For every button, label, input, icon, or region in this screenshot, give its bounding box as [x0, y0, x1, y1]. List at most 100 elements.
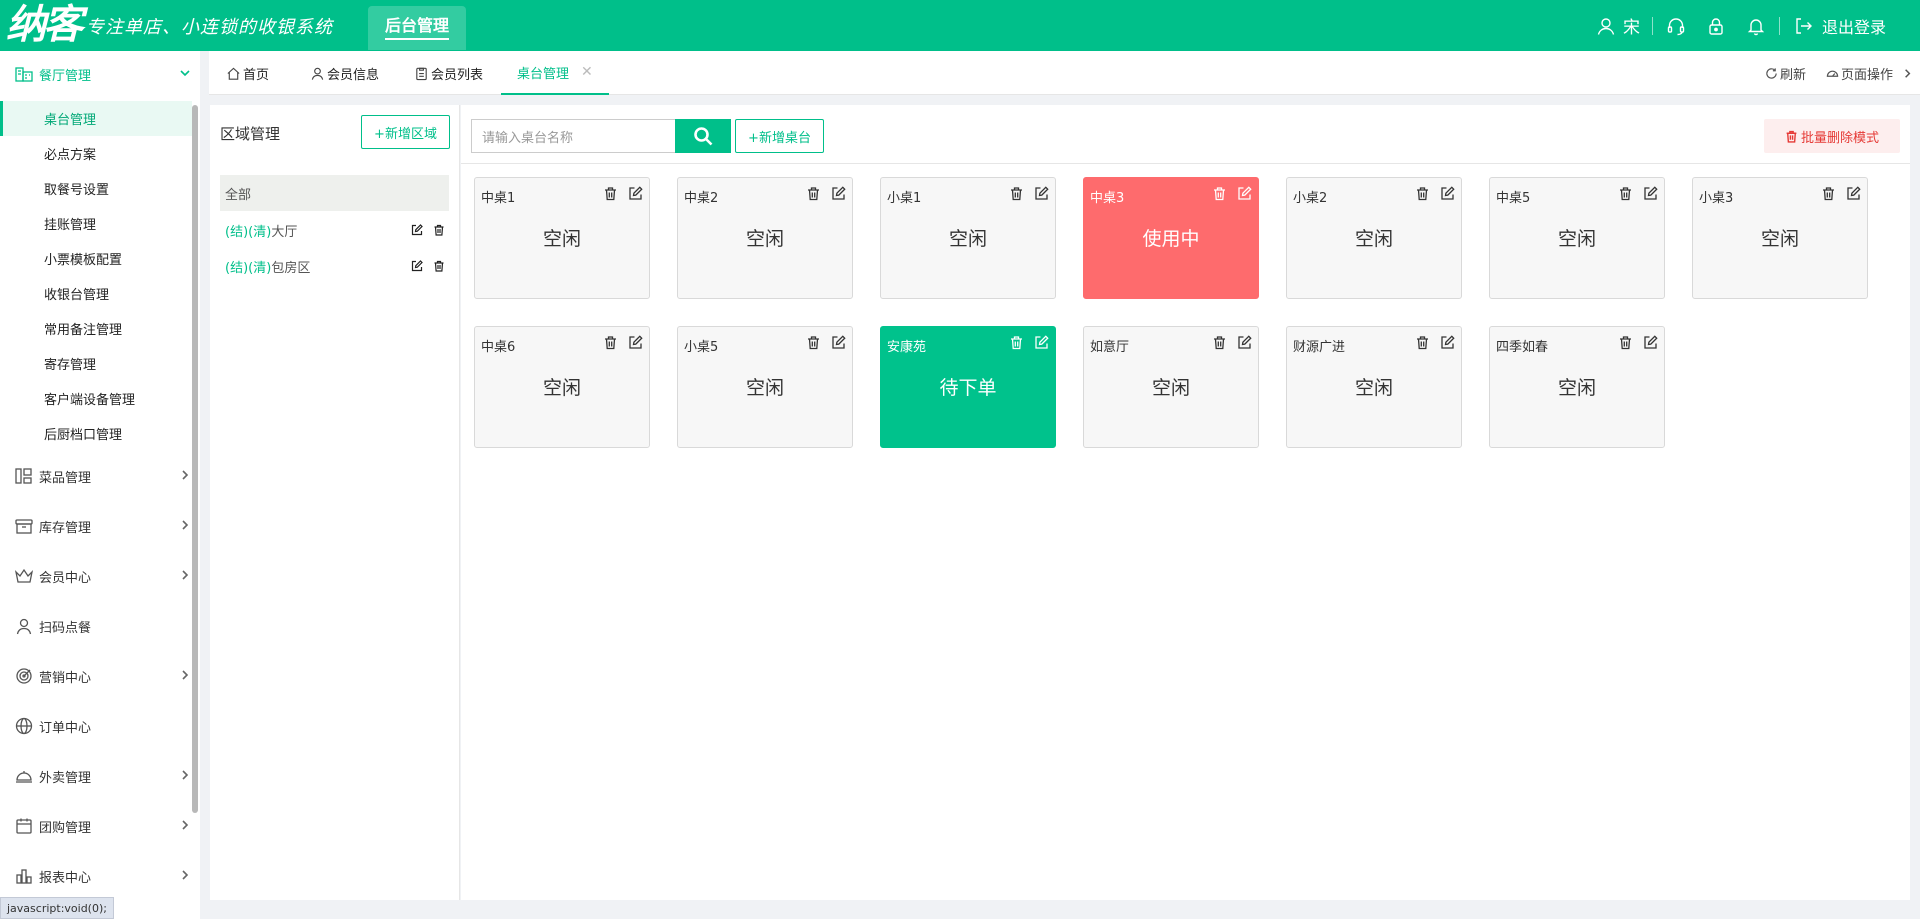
support-button[interactable]: [1665, 15, 1687, 37]
sidebar-group-inventory[interactable]: 库存管理: [0, 501, 200, 551]
sidebar-item-required-plan[interactable]: 必点方案: [0, 136, 200, 171]
trash-icon[interactable]: [433, 260, 445, 272]
area-name: 包房区: [271, 260, 311, 276]
lock-screen-button[interactable]: [1705, 15, 1727, 37]
trash-icon[interactable]: [1212, 186, 1227, 205]
sidebar-group-scan-order[interactable]: 扫码点餐: [0, 601, 200, 651]
sidebar-group-orders[interactable]: 订单中心: [0, 701, 200, 751]
trash-icon[interactable]: [1415, 335, 1430, 354]
table-card[interactable]: 小桌2 空闲: [1286, 177, 1462, 299]
sidebar-item-client-devices[interactable]: 客户端设备管理: [0, 381, 200, 416]
sidebar-group-groupbuy[interactable]: 团购管理: [0, 801, 200, 851]
edit-icon[interactable]: [1643, 186, 1658, 205]
table-card[interactable]: 小桌1 空闲: [880, 177, 1056, 299]
table-card[interactable]: 安康苑 待下单: [880, 326, 1056, 448]
trash-icon[interactable]: [1618, 186, 1633, 205]
notification-button[interactable]: [1745, 15, 1767, 37]
table-status: 使用中: [1142, 228, 1200, 250]
edit-icon[interactable]: [1237, 186, 1252, 205]
table-card[interactable]: 中桌6 空闲: [474, 326, 650, 448]
system-tab-admin[interactable]: 后台管理: [368, 6, 466, 50]
sidebar-item-kitchen-stall[interactable]: 后厨档口管理: [0, 416, 200, 451]
add-table-button[interactable]: +新增桌台: [735, 119, 824, 153]
sidebar-group-marketing[interactable]: 营销中心: [0, 651, 200, 701]
table-name: 中桌6: [481, 340, 516, 355]
trash-icon[interactable]: [1009, 186, 1024, 205]
edit-icon[interactable]: [831, 335, 846, 354]
area-item-private-room[interactable]: (结) (清) 包房区: [225, 248, 453, 284]
trash-icon[interactable]: [1618, 335, 1633, 354]
edit-icon[interactable]: [1643, 335, 1658, 354]
sidebar-scrollbar[interactable]: [192, 105, 198, 813]
edit-icon[interactable]: [831, 186, 846, 205]
tab-member-info[interactable]: 会员信息: [310, 51, 379, 95]
sidebar-group-takeaway[interactable]: 外卖管理: [0, 751, 200, 801]
trash-icon[interactable]: [433, 224, 445, 236]
edit-icon[interactable]: [1440, 186, 1455, 205]
edit-icon[interactable]: [1034, 186, 1049, 205]
trash-icon[interactable]: [1821, 186, 1836, 205]
tab-label: 首页: [243, 67, 270, 83]
trash-icon[interactable]: [603, 186, 618, 205]
area-item-hall[interactable]: (结) (清) 大厅: [225, 212, 453, 248]
page-ops-button[interactable]: 页面操作: [1826, 64, 1893, 83]
tab-table-mgmt[interactable]: 桌台管理 ✕: [501, 51, 609, 95]
table-card[interactable]: 中桌3 使用中: [1083, 177, 1259, 299]
tab-home[interactable]: 首页: [226, 51, 269, 95]
edit-icon[interactable]: [1237, 335, 1252, 354]
table-actions: [1212, 335, 1252, 354]
person-icon: [14, 616, 34, 636]
edit-icon[interactable]: [411, 260, 423, 272]
area-all-item[interactable]: 全部: [220, 175, 449, 211]
sidebar-item-storage[interactable]: 寄存管理: [0, 346, 200, 381]
table-actions: [1415, 335, 1455, 354]
sidebar-group-restaurant[interactable]: 餐厅管理: [0, 51, 200, 97]
table-card[interactable]: 如意厅 空闲: [1083, 326, 1259, 448]
add-area-button[interactable]: +新增区域: [361, 115, 450, 149]
close-icon[interactable]: ✕: [581, 64, 593, 80]
sidebar-group-members[interactable]: 会员中心: [0, 551, 200, 601]
table-search-input[interactable]: 请输入桌台名称: [471, 119, 676, 153]
logout-button[interactable]: 退出登录: [1792, 14, 1886, 38]
trash-icon[interactable]: [1212, 335, 1227, 354]
table-card[interactable]: 中桌1 空闲: [474, 177, 650, 299]
bulk-delete-button[interactable]: 批量删除模式: [1764, 119, 1900, 153]
trash-icon[interactable]: [806, 335, 821, 354]
sidebar-item-cashier[interactable]: 收银台管理: [0, 276, 200, 311]
sidebar-item-table-mgmt[interactable]: 桌台管理: [0, 101, 192, 136]
edit-icon[interactable]: [628, 186, 643, 205]
tab-actions: 刷新 页面操作: [1765, 51, 1920, 95]
refresh-button[interactable]: 刷新: [1765, 64, 1806, 83]
user-name: 宋: [1622, 18, 1640, 38]
edit-icon[interactable]: [1034, 335, 1049, 354]
table-card[interactable]: 财源广进 空闲: [1286, 326, 1462, 448]
edit-icon[interactable]: [628, 335, 643, 354]
sidebar-group-reports[interactable]: 报表中心: [0, 851, 200, 901]
sidebar-item-credit[interactable]: 挂账管理: [0, 206, 200, 241]
search-button[interactable]: [675, 119, 731, 153]
sidebar-group-dishes[interactable]: 菜品管理: [0, 451, 200, 501]
table-card[interactable]: 中桌2 空闲: [677, 177, 853, 299]
trash-icon[interactable]: [1009, 335, 1024, 354]
sidebar-item-pickup-number[interactable]: 取餐号设置: [0, 171, 200, 206]
table-card[interactable]: 小桌3 空闲: [1692, 177, 1868, 299]
crown-icon: [14, 566, 34, 586]
sidebar-item-common-notes[interactable]: 常用备注管理: [0, 311, 200, 346]
table-card[interactable]: 中桌5 空闲: [1489, 177, 1665, 299]
edit-icon[interactable]: [1846, 186, 1861, 205]
table-status: 空闲: [948, 228, 987, 250]
edit-icon[interactable]: [411, 224, 423, 236]
trash-icon[interactable]: [806, 186, 821, 205]
table-name: 四季如春: [1496, 340, 1549, 355]
table-card[interactable]: 小桌5 空闲: [677, 326, 853, 448]
trash-icon[interactable]: [1415, 186, 1430, 205]
edit-icon[interactable]: [1440, 335, 1455, 354]
tab-scroll-right[interactable]: [1901, 67, 1916, 80]
tab-member-list[interactable]: 会员列表: [414, 51, 483, 95]
user-menu[interactable]: 宋: [1595, 13, 1640, 38]
table-panel: 请输入桌台名称 +新增桌台 批量删除模式 中桌1 空闲 中桌2 空闲 小桌1 空闲 中桌3 使…: [461, 105, 1910, 900]
trash-icon[interactable]: [603, 335, 618, 354]
table-card[interactable]: 四季如春 空闲: [1489, 326, 1665, 448]
sidebar-item-receipt-template[interactable]: 小票模板配置: [0, 241, 200, 276]
system-tab-label: 后台管理: [384, 16, 449, 40]
